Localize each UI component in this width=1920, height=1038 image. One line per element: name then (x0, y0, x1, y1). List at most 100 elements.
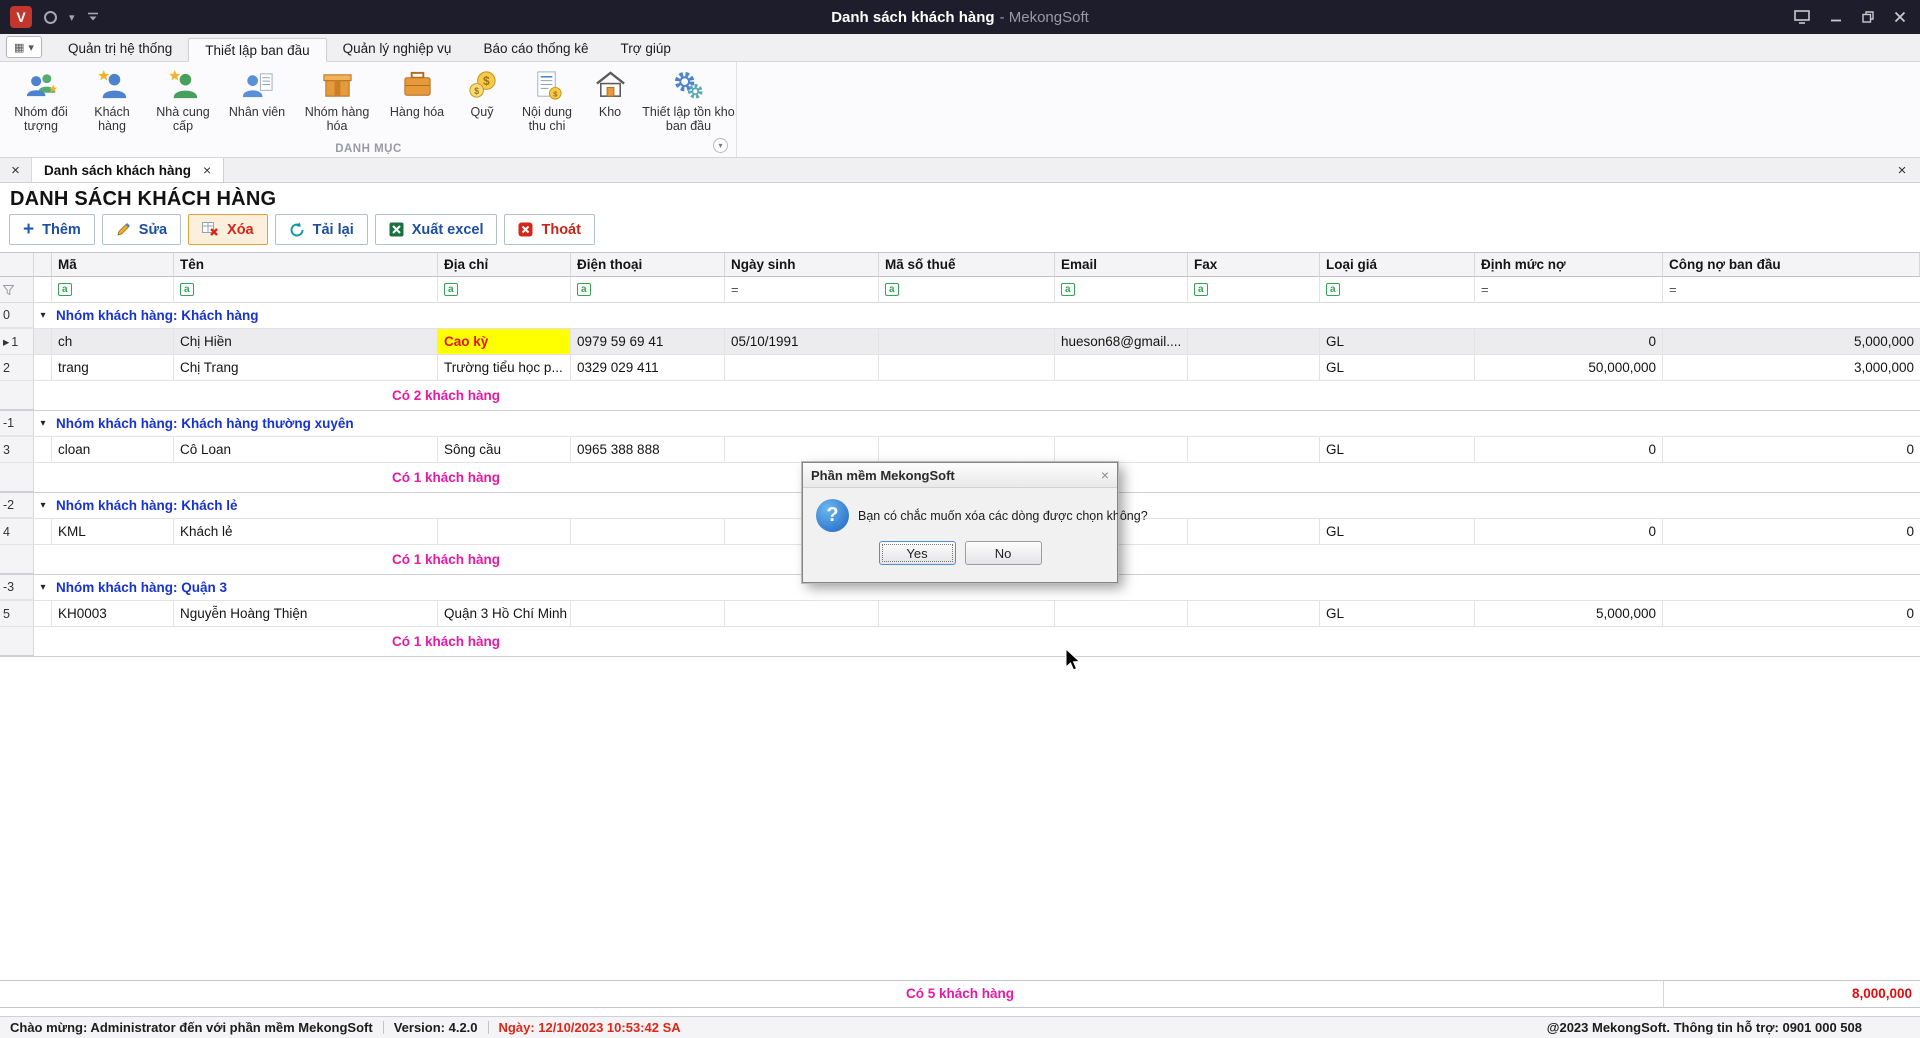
column-header-fax[interactable]: Fax (1188, 253, 1320, 277)
collapse-group-icon[interactable]: ▾ (40, 500, 45, 511)
toolbar-customize-icon[interactable] (87, 12, 99, 22)
ribbon-tab-bao-cao-thong-ke[interactable]: Báo cáo thống kê (467, 37, 604, 61)
column-header-cong-no-ban-dau[interactable]: Công nợ ban đầu (1663, 253, 1920, 277)
restore-button[interactable] (1862, 11, 1874, 23)
cell-dia-chi[interactable] (438, 519, 571, 545)
app-menu-button[interactable]: ▦ ▾ (6, 36, 42, 58)
table-row[interactable]: 2 trang Chị Trang Trường tiểu học p... 0… (0, 355, 1920, 381)
filter-cell-dinh-muc-no[interactable]: = (1475, 277, 1663, 303)
ribbon-item-nhom-hang-hoa[interactable]: Nhóm hàng hóa (294, 67, 380, 136)
cell-fax[interactable] (1188, 355, 1320, 381)
ribbon-collapse-button[interactable]: ▾ (713, 138, 728, 153)
cell-loai-gia[interactable]: GL (1320, 355, 1475, 381)
cell-cong-no[interactable]: 3,000,000 (1663, 355, 1920, 381)
cell-loai-gia[interactable]: GL (1320, 437, 1475, 463)
filter-cell-loai-gia[interactable]: a (1320, 277, 1475, 303)
ribbon-tab-quan-tri-he-thong[interactable]: Quản trị hệ thống (52, 37, 188, 61)
ribbon-item-nha-cung-cap[interactable]: Nhà cung cấp (146, 67, 220, 136)
cell-ten[interactable]: Khách lẻ (174, 519, 438, 545)
cell-ngay-sinh[interactable] (725, 437, 879, 463)
reload-button[interactable]: Tải lại (275, 214, 368, 245)
column-header-ngay-sinh[interactable]: Ngày sinh (725, 253, 879, 277)
cell-email[interactable]: hueson68@gmail.... (1055, 329, 1188, 355)
cell-dia-chi[interactable]: Sông cầu (438, 437, 571, 463)
cell-ten[interactable]: Nguyễn Hoàng Thiện (174, 601, 438, 627)
screen-icon[interactable] (1794, 10, 1810, 24)
ribbon-item-noi-dung-thu-chi[interactable]: $ Nội dung thu chi (510, 67, 584, 136)
cell-ma[interactable]: KH0003 (52, 601, 174, 627)
tab-danh-sach-khach-hang[interactable]: Danh sách khách hàng × (32, 158, 224, 182)
collapse-group-icon[interactable]: ▾ (40, 310, 45, 321)
ribbon-item-nhom-doi-tuong[interactable]: Nhóm đối tượng (4, 67, 78, 136)
cell-dia-chi[interactable]: Quận 3 Hồ Chí Minh (438, 601, 571, 627)
record-icon[interactable] (44, 11, 57, 24)
chevron-down-icon[interactable]: ▾ (69, 11, 75, 24)
no-button[interactable]: No (965, 541, 1042, 565)
table-row[interactable]: 3 cloan Cô Loan Sông cầu 0965 388 888 GL… (0, 437, 1920, 463)
cell-ten[interactable]: Cô Loan (174, 437, 438, 463)
cell-ngay-sinh[interactable] (725, 355, 879, 381)
cell-dien-thoai[interactable] (571, 519, 725, 545)
cell-dien-thoai[interactable]: 0979 59 69 41 (571, 329, 725, 355)
exit-button[interactable]: Thoát (504, 214, 594, 245)
cell-dia-chi-highlighted[interactable]: Cao kỳ (438, 329, 571, 355)
cell-ten[interactable]: Chị Trang (174, 355, 438, 381)
filter-cell-ten[interactable]: a (174, 277, 438, 303)
cell-ten[interactable]: Chị Hiền (174, 329, 438, 355)
cell-dien-thoai[interactable] (571, 601, 725, 627)
filter-cell-cong-no[interactable]: = (1663, 277, 1920, 303)
cell-dinh-muc-no[interactable]: 50,000,000 (1475, 355, 1663, 381)
cell-cong-no[interactable]: 0 (1663, 519, 1920, 545)
cell-dien-thoai[interactable]: 0965 388 888 (571, 437, 725, 463)
filter-cell-dia-chi[interactable]: a (438, 277, 571, 303)
cell-fax[interactable] (1188, 519, 1320, 545)
column-header-dien-thoai[interactable]: Điện thoại (571, 253, 725, 277)
ribbon-item-hang-hoa[interactable]: Hàng hóa (380, 67, 454, 136)
cell-cong-no[interactable]: 0 (1663, 437, 1920, 463)
close-panel-button[interactable]: × (1884, 158, 1920, 182)
cell-fax[interactable] (1188, 601, 1320, 627)
cell-ma-so-thue[interactable] (879, 355, 1055, 381)
cell-ma-so-thue[interactable] (879, 601, 1055, 627)
cell-dinh-muc-no[interactable]: 0 (1475, 329, 1663, 355)
column-header-ma-so-thue[interactable]: Mã số thuế (879, 253, 1055, 277)
dialog-titlebar[interactable]: Phần mềm MekongSoft × (803, 463, 1117, 488)
collapse-group-icon[interactable]: ▾ (40, 418, 45, 429)
collapse-group-icon[interactable]: ▾ (40, 582, 45, 593)
ribbon-tab-quan-ly-nghiep-vu[interactable]: Quản lý nghiệp vụ (327, 37, 468, 61)
edit-button[interactable]: Sửa (102, 214, 181, 245)
close-all-tabs-button[interactable]: × (0, 158, 32, 182)
filter-cell-ma-so-thue[interactable]: a (879, 277, 1055, 303)
filter-cell-email[interactable]: a (1055, 277, 1188, 303)
filter-cell-fax[interactable]: a (1188, 277, 1320, 303)
column-header-dia-chi[interactable]: Địa chỉ (438, 253, 571, 277)
cell-ma[interactable]: KML (52, 519, 174, 545)
cell-ma[interactable]: cloan (52, 437, 174, 463)
cell-fax[interactable] (1188, 437, 1320, 463)
close-button[interactable] (1894, 11, 1906, 23)
cell-cong-no[interactable]: 5,000,000 (1663, 329, 1920, 355)
column-header-dinh-muc-no[interactable]: Định mức nợ (1475, 253, 1663, 277)
delete-button[interactable]: Xóa (188, 214, 268, 245)
filter-cell-dien-thoai[interactable]: a (571, 277, 725, 303)
ribbon-item-kho[interactable]: Kho (584, 67, 636, 136)
ribbon-item-khach-hang[interactable]: Khách hàng (78, 67, 146, 136)
group-row[interactable]: -1 ▾ Nhóm khách hàng: Khách hàng thường … (0, 411, 1920, 437)
cell-ma-so-thue[interactable] (879, 437, 1055, 463)
column-header-loai-gia[interactable]: Loại giá (1320, 253, 1475, 277)
table-row[interactable]: ▸1 ch Chị Hiền Cao kỳ 0979 59 69 41 05/1… (0, 329, 1920, 355)
ribbon-item-thiet-lap-ton-kho[interactable]: Thiết lập tồn kho ban đầu (636, 67, 741, 136)
cell-ma[interactable]: trang (52, 355, 174, 381)
column-header-ma[interactable]: Mã (52, 253, 174, 277)
cell-fax[interactable] (1188, 329, 1320, 355)
cell-email[interactable] (1055, 437, 1188, 463)
filter-cell-ngay-sinh[interactable]: = (725, 277, 879, 303)
cell-ngay-sinh[interactable] (725, 601, 879, 627)
cell-dinh-muc-no[interactable]: 5,000,000 (1475, 601, 1663, 627)
filter-cell-ma[interactable]: a (52, 277, 174, 303)
cell-email[interactable] (1055, 355, 1188, 381)
cell-cong-no[interactable]: 0 (1663, 601, 1920, 627)
cell-loai-gia[interactable]: GL (1320, 329, 1475, 355)
cell-email[interactable] (1055, 601, 1188, 627)
cell-ma-so-thue[interactable] (879, 329, 1055, 355)
